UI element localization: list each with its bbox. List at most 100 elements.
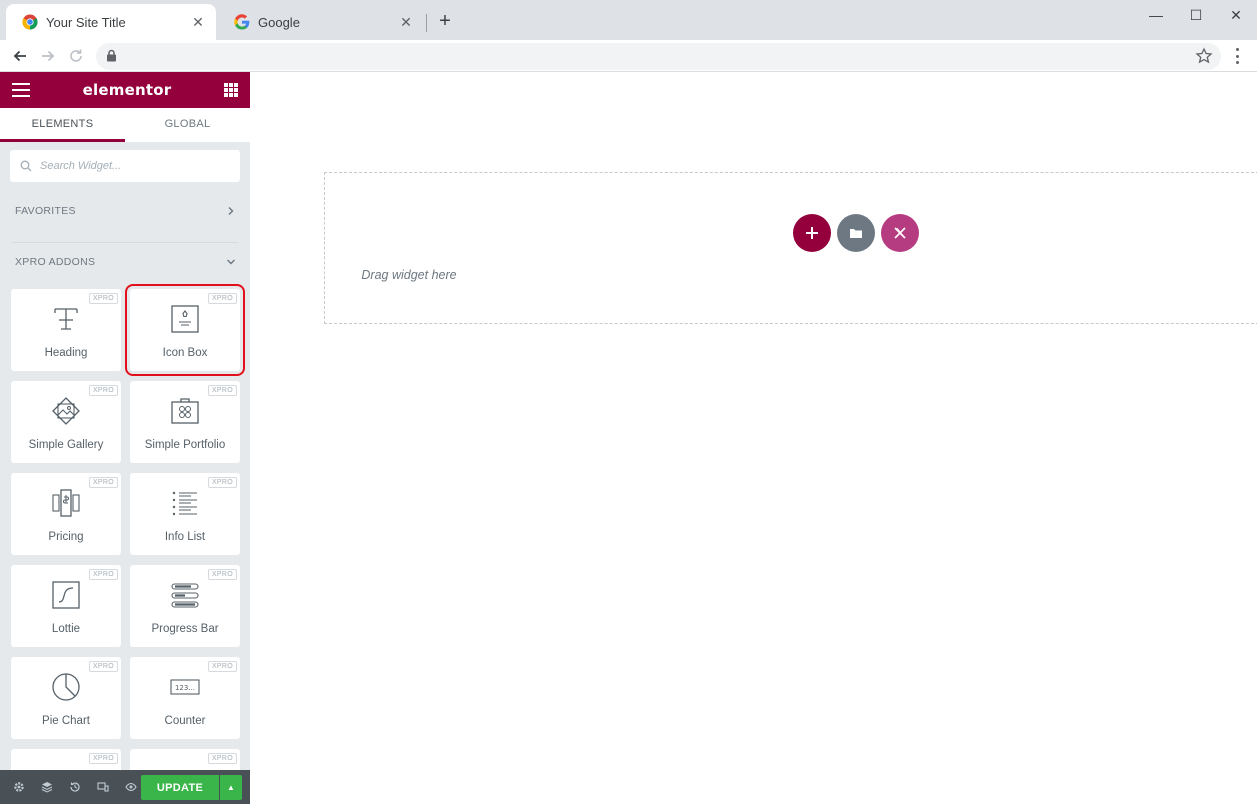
pricing-icon — [52, 489, 80, 517]
star-icon[interactable] — [1195, 47, 1213, 65]
widget-label: Heading — [44, 347, 88, 359]
settings-icon[interactable] — [8, 776, 30, 798]
panel-footer: UPDATE ▲ — [0, 770, 250, 804]
progress-bar-icon — [171, 583, 199, 608]
reload-button[interactable] — [64, 44, 88, 68]
category-label: FAVORITES — [15, 205, 76, 217]
tab-elements[interactable]: ELEMENTS — [0, 108, 125, 142]
add-section-button[interactable] — [793, 214, 831, 252]
widget-drop-zone[interactable]: Drag widget here — [324, 172, 1257, 324]
xpro-badge: XPRO — [88, 385, 118, 396]
preview-icon[interactable] — [120, 776, 142, 798]
google-icon — [234, 14, 250, 30]
add-template-button[interactable] — [837, 214, 875, 252]
tab-your-site-title[interactable]: Your Site Title ✕ — [6, 4, 216, 40]
back-button[interactable] — [8, 44, 32, 68]
widget-info-list[interactable]: XPRO Info List — [130, 473, 240, 555]
xpro-badge: XPRO — [88, 661, 118, 672]
widget-label: Icon Box — [162, 347, 208, 359]
elementor-logo: elementor — [82, 81, 172, 99]
widget-label: Counter — [164, 715, 206, 727]
minimize-button[interactable]: — — [1135, 0, 1177, 30]
search-icon — [20, 160, 32, 172]
widget-label: Pricing — [48, 531, 84, 543]
close-window-button[interactable]: ✕ — [1215, 0, 1257, 30]
widget-heading[interactable]: XPRO Heading — [11, 289, 121, 371]
new-tab-button[interactable]: + — [434, 10, 456, 32]
plus-icon — [806, 227, 818, 239]
widget-label: Pie Chart — [42, 715, 90, 727]
widgets-grid-icon[interactable] — [224, 83, 238, 97]
xpro-badge: XPRO — [88, 753, 118, 764]
address-bar[interactable] — [96, 43, 1221, 70]
lock-icon — [107, 49, 116, 62]
heading-icon — [54, 308, 78, 330]
widget-progress-bar[interactable]: XPRO Progress Bar — [130, 565, 240, 647]
info-list-icon — [172, 491, 197, 516]
widget-pricing[interactable]: XPRO Pricing — [11, 473, 121, 555]
category-label: XPRO ADDONS — [15, 256, 96, 268]
folder-icon — [850, 229, 862, 238]
gallery-icon — [52, 397, 80, 425]
pie-chart-icon — [52, 673, 80, 701]
reload-icon — [70, 49, 82, 62]
xpro-badge: XPRO — [207, 661, 237, 672]
xpro-badge: XPRO — [207, 477, 237, 488]
responsive-icon[interactable] — [92, 776, 114, 798]
close-tab-icon[interactable]: ✕ — [190, 14, 206, 30]
chrome-icon — [22, 14, 38, 30]
search-placeholder: Search Widget... — [40, 160, 122, 172]
widget-icon-box[interactable]: XPRO Icon Box — [125, 284, 245, 376]
tab-title: Google — [258, 14, 300, 30]
widget-lottie[interactable]: XPRO Lottie — [11, 565, 121, 647]
editor-canvas: Drag widget here — [250, 72, 1257, 804]
maximize-button[interactable]: ☐ — [1175, 0, 1217, 30]
search-widget-input[interactable]: Search Widget... — [10, 150, 240, 182]
update-button[interactable]: UPDATE — [141, 775, 219, 800]
drag-widget-text: Drag widget here — [361, 268, 457, 282]
widget-grid: XPRO Heading XPRO Icon Box XPRO Simple G… — [0, 281, 250, 804]
hamburger-menu-icon[interactable] — [12, 83, 30, 97]
elementor-panel: elementor ELEMENTS GLOBAL Search Widget.… — [0, 72, 250, 804]
tab-google[interactable]: Google ✕ — [218, 4, 424, 40]
browser-toolbar — [0, 40, 1257, 72]
xpro-badge: XPRO — [88, 477, 118, 488]
browser-tab-strip: Your Site Title ✕ Google ✕ + — ☐ ✕ — [0, 0, 1257, 40]
widget-label: Progress Bar — [151, 623, 219, 635]
counter-icon: 123... — [170, 679, 200, 695]
lottie-icon — [52, 581, 80, 609]
widget-label: Lottie — [51, 623, 81, 635]
widget-simple-gallery[interactable]: XPRO Simple Gallery — [11, 381, 121, 463]
layers-icon[interactable] — [36, 776, 58, 798]
xpro-logo-icon — [894, 227, 906, 239]
xpro-badge: XPRO — [88, 569, 118, 580]
chevron-right-icon — [228, 207, 234, 215]
forward-button[interactable] — [36, 44, 60, 68]
widget-pie-chart[interactable]: XPRO Pie Chart — [11, 657, 121, 739]
history-icon[interactable] — [64, 776, 86, 798]
panel-tabs: ELEMENTS GLOBAL — [0, 108, 250, 142]
widget-label: Simple Portfolio — [144, 439, 226, 451]
chevron-down-icon — [227, 259, 235, 265]
widget-label: Simple Gallery — [28, 439, 104, 451]
tab-global[interactable]: GLOBAL — [125, 108, 250, 142]
arrow-right-icon — [42, 50, 55, 62]
widget-label: Info List — [164, 531, 206, 543]
update-options-caret-icon[interactable]: ▲ — [220, 775, 242, 800]
portfolio-icon — [171, 398, 199, 424]
panel-header: elementor — [0, 72, 250, 108]
xpro-templates-button[interactable] — [881, 214, 919, 252]
xpro-badge: XPRO — [88, 293, 118, 304]
xpro-badge: XPRO — [207, 569, 237, 580]
close-tab-icon[interactable]: ✕ — [398, 14, 414, 30]
arrow-left-icon — [13, 50, 26, 62]
xpro-badge: XPRO — [207, 385, 237, 396]
category-favorites[interactable]: FAVORITES — [0, 192, 250, 230]
xpro-badge: XPRO — [207, 293, 237, 304]
browser-menu-icon[interactable] — [1229, 46, 1245, 66]
widget-counter[interactable]: XPRO 123... Counter — [130, 657, 240, 739]
xpro-badge: XPRO — [207, 753, 237, 764]
tab-title: Your Site Title — [46, 14, 126, 30]
widget-simple-portfolio[interactable]: XPRO Simple Portfolio — [130, 381, 240, 463]
svg-text:123...: 123... — [175, 684, 195, 692]
